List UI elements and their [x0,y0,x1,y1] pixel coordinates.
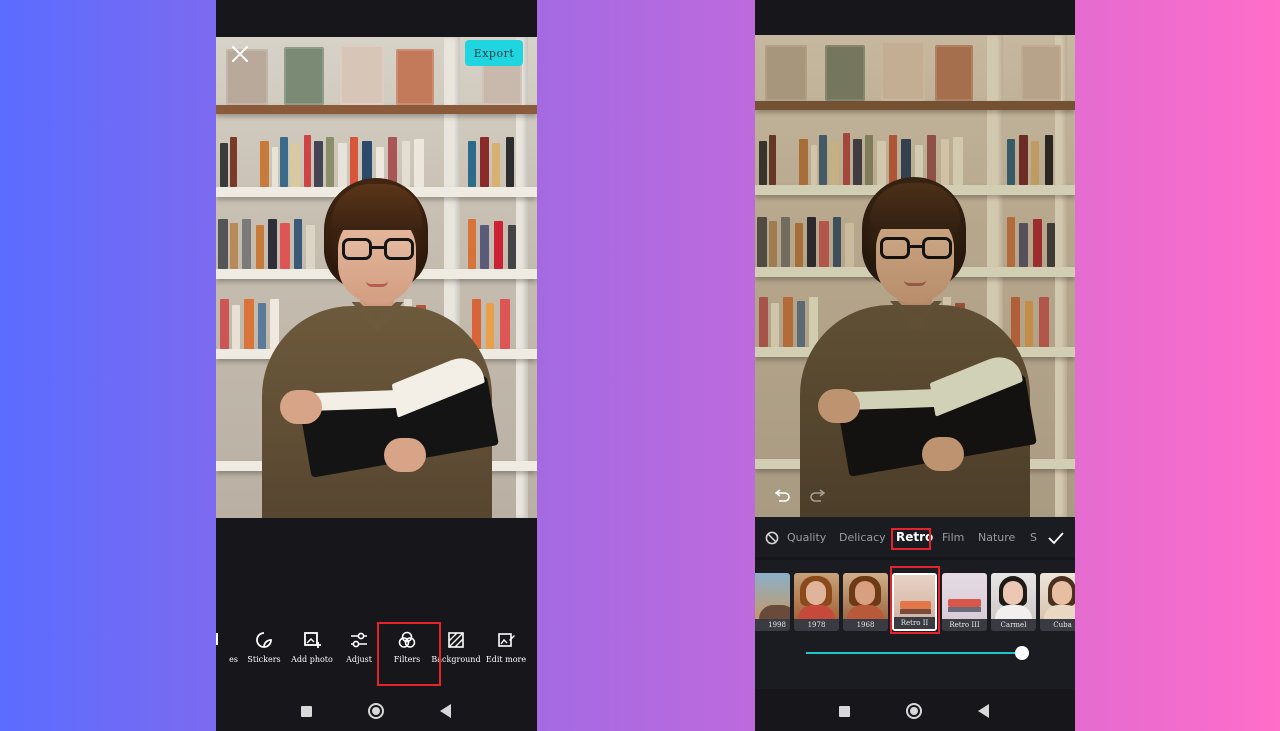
edit-toolbar: es Stickers Add photo Adjust Filters Bac… [216,609,537,689]
filter-thumb-retro-ii[interactable]: Retro II [892,573,937,631]
home-icon[interactable] [368,703,384,719]
add-photo-icon [304,632,321,648]
home-icon[interactable] [906,703,922,719]
phone-screen-edit: Export es Stickers Add photo Adjust Filt… [216,0,537,731]
filter-thumb-1968[interactable]: 1968 [843,573,888,631]
category-quality[interactable]: Quality [787,531,826,544]
filters-icon [398,631,416,648]
recents-icon[interactable] [301,706,312,717]
redo-icon[interactable] [809,488,825,502]
filter-thumb-retro-iii[interactable]: Retro III [942,573,987,631]
phone-screen-filters: Quality Delicacy Retro Film Nature S 199… [755,0,1075,731]
filter-thumb-1978[interactable]: 1978 [794,573,839,631]
close-icon[interactable] [230,44,250,64]
filter-name: 1998 [755,619,790,631]
filter-name: 1978 [794,619,839,631]
cut-off-icon [216,633,218,645]
background-icon [448,632,464,648]
edit-more-icon [498,633,515,647]
export-button[interactable]: Export [465,40,523,66]
check-icon[interactable] [1047,531,1065,545]
filter-name: Retro III [942,619,987,631]
photo-canvas[interactable] [216,37,537,518]
photo-canvas-filtered[interactable] [755,35,1075,517]
intensity-slider-knob[interactable] [1015,646,1029,660]
category-film[interactable]: Film [942,531,964,544]
tool-label: Edit more [485,655,527,664]
filter-name: Carmel [991,619,1036,631]
filter-thumb-carmel[interactable]: Carmel [991,573,1036,631]
sliders-icon [351,632,367,648]
intensity-slider-track[interactable] [806,652,1022,654]
intensity-slider-area [755,640,1075,692]
tool-edit-more[interactable]: Edit more [476,631,536,664]
category-retro[interactable]: Retro [896,530,933,544]
filter-name: 1968 [843,619,888,631]
no-filter-icon[interactable] [765,531,779,545]
filter-name: Cuba [1040,619,1075,631]
category-delicacy[interactable]: Delicacy [839,531,886,544]
category-s[interactable]: S [1030,531,1037,544]
woman-with-book [800,177,1037,517]
recents-icon[interactable] [839,706,850,717]
category-nature[interactable]: Nature [978,531,1015,544]
back-icon[interactable] [978,704,989,718]
sticker-icon [256,632,272,648]
filter-category-bar: Quality Delicacy Retro Film Nature S [755,517,1075,557]
undo-icon[interactable] [775,488,791,502]
filter-thumbnails: 1998 1978 1968 Retro II Retro III Carmel… [755,560,1075,640]
woman-with-book [261,178,499,518]
filter-name: Retro II [894,617,935,629]
filter-thumb-1998[interactable]: 1998 [755,573,790,631]
back-icon[interactable] [440,704,451,718]
filter-thumb-cuba[interactable]: Cuba [1040,573,1075,631]
